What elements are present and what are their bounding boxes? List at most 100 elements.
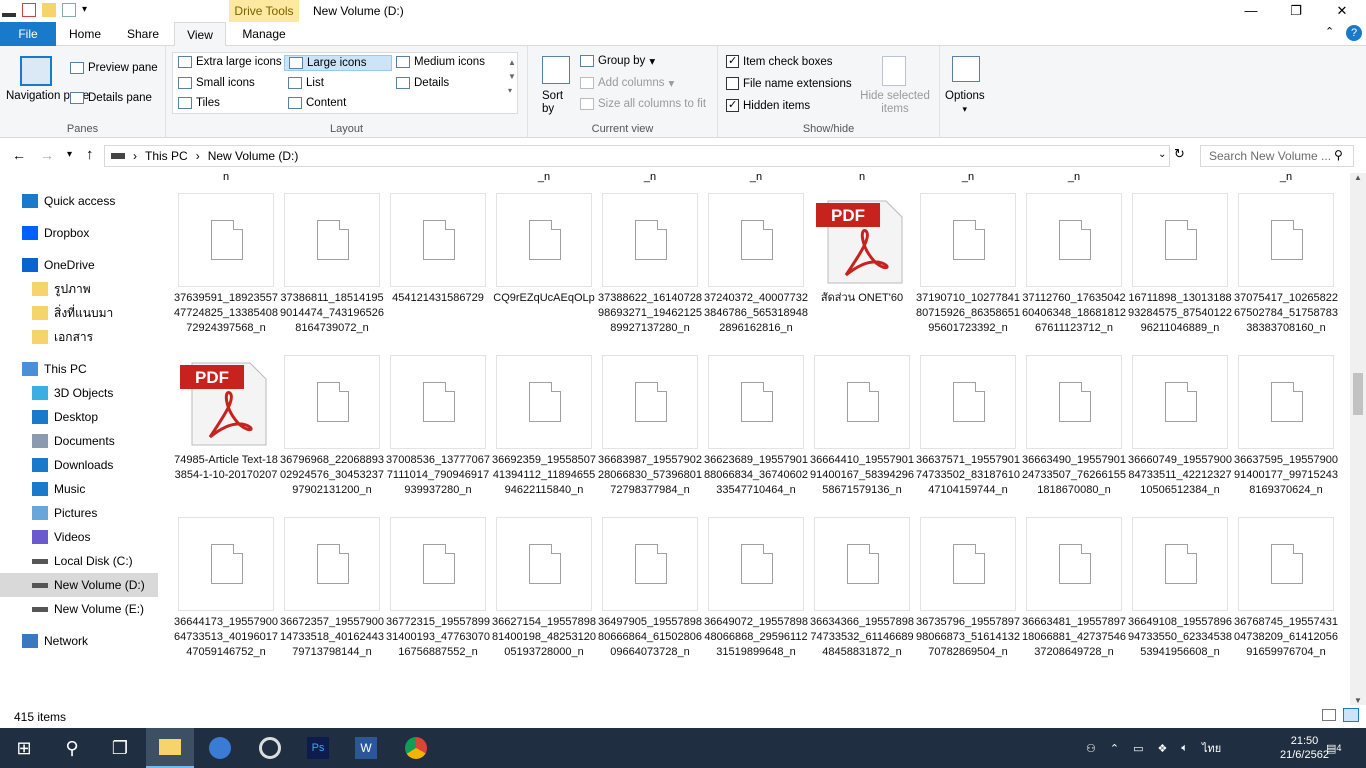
scroll-thumb[interactable] [1353, 373, 1363, 415]
nav-item-downloads[interactable]: Downloads [0, 453, 158, 477]
gallery-scroll-icon[interactable]: ▲ ▼ ▾ [508, 56, 516, 98]
nav-item-this-pc[interactable]: This PC [0, 357, 158, 381]
drive-icon[interactable] [2, 9, 16, 17]
file-item[interactable]: 36772315_1955789931400193_47763070167568… [386, 499, 490, 658]
details-pane-button[interactable]: Details pane [70, 92, 152, 104]
file-item[interactable]: 36497905_1955789880666864_61502806096640… [598, 499, 702, 658]
vertical-scrollbar[interactable]: ▲ ▼ [1350, 173, 1366, 705]
scroll-down-icon[interactable]: ▼ [1350, 696, 1366, 705]
search-icon[interactable]: ⚲ [48, 728, 96, 768]
file-item[interactable]: 36637595_1955790091400177_99715243816937… [1234, 337, 1338, 496]
help-icon[interactable]: ? [1346, 25, 1362, 41]
file-item[interactable]: 37386811_185141959014474_743196526816473… [280, 175, 384, 334]
file-item[interactable]: 36649108_1955789694733550_62334538539419… [1128, 499, 1232, 658]
maximize-button[interactable]: ❐ [1273, 0, 1319, 22]
tab-share[interactable]: Share [118, 22, 168, 46]
nav-item-quick-access[interactable]: Quick access [0, 189, 158, 213]
nav-item-new-volume-e[interactable]: New Volume (E:) [0, 597, 158, 621]
nav-item-videos[interactable]: Videos [0, 525, 158, 549]
nav-item-new-volume-d[interactable]: New Volume (D:) [0, 573, 158, 597]
tab-home[interactable]: Home [60, 22, 110, 46]
chevron-down-icon[interactable]: ▾ [82, 3, 96, 17]
refresh-button[interactable]: ↻ [1174, 146, 1185, 162]
nav-item-onedrive[interactable]: OneDrive [0, 253, 158, 277]
file-item[interactable]: 37112760_1763504260406348_18681812676111… [1022, 175, 1126, 334]
file-item[interactable]: 37190710_1027784180715926_86358651956017… [916, 175, 1020, 334]
file-item[interactable]: 36692359_1955850741394112_11894655946221… [492, 337, 596, 496]
file-item[interactable]: 36663490_1955790124733507_76266155181867… [1022, 337, 1126, 496]
action-center-icon[interactable]: ▤ 4 [1326, 728, 1342, 768]
clock[interactable]: 21:50 21/6/2562 [1280, 728, 1329, 768]
back-button[interactable]: ← [12, 147, 26, 163]
tab-manage[interactable]: Manage [232, 22, 296, 46]
file-item[interactable]: 37639591_1892355747724825_13385408729243… [174, 175, 278, 334]
size-all-columns-button[interactable]: Size all columns to fit [580, 98, 706, 110]
sort-by-button[interactable]: Sort by [542, 90, 576, 116]
file-item[interactable]: 36627154_1955789881400198_48253120051937… [492, 499, 596, 658]
medium-icons-option[interactable]: Medium icons [396, 56, 485, 68]
file-item[interactable]: 37388622_1614072898693271_19462125899271… [598, 175, 702, 334]
up-button[interactable]: ↑ [86, 146, 94, 163]
group-by-button[interactable]: Group by ▾ [580, 54, 655, 68]
language-indicator[interactable]: ไทย [1202, 739, 1221, 757]
nav-item-pictures[interactable]: Pictures [0, 501, 158, 525]
large-icons-option[interactable]: Large icons [284, 55, 392, 71]
file-item[interactable]: 37075417_1026582267502784_51758783383837… [1234, 175, 1338, 334]
breadcrumb-this-pc[interactable]: This PC [145, 149, 188, 163]
nav-item-folder-3[interactable]: รูปภาพ [0, 277, 158, 301]
app-icon[interactable] [246, 728, 294, 768]
file-item[interactable]: CQ9rEZqUcAEqOLp [493, 175, 595, 329]
task-view-icon[interactable]: ❐ [96, 728, 144, 768]
details-option[interactable]: Details [396, 77, 449, 89]
properties-icon[interactable] [22, 3, 36, 17]
file-item[interactable]: 36660749_1955790084733511_42212327105065… [1128, 337, 1232, 496]
photoshop-icon[interactable]: Ps [294, 728, 342, 768]
nav-item-desktop[interactable]: Desktop [0, 405, 158, 429]
preview-pane-button[interactable]: Preview pane [70, 62, 158, 74]
battery-icon[interactable]: ▭ [1133, 742, 1143, 755]
large-icons-view-icon[interactable] [1343, 708, 1359, 722]
file-item[interactable]: 36663481_1955789718066881_42737546372086… [1022, 499, 1126, 658]
scroll-up-icon[interactable]: ▲ [1350, 173, 1366, 182]
address-dropdown-button[interactable]: ⌄ [1158, 149, 1166, 160]
hide-selected-items-button[interactable]: Hide selected items [858, 90, 932, 116]
details-view-icon[interactable] [1322, 709, 1336, 721]
file-item[interactable]: 36623689_1955790188066834_36740602335477… [704, 337, 808, 496]
tab-view[interactable]: View [174, 22, 226, 47]
file-item[interactable]: 454121431586729 [390, 175, 486, 329]
file-explorer-icon[interactable] [146, 728, 194, 768]
start-icon[interactable]: ⊞ [0, 728, 48, 768]
extra-large-icons-option[interactable]: Extra large icons [178, 56, 282, 68]
file-item[interactable]: 37240372_400077323846786_565318948289616… [704, 175, 808, 334]
content-option[interactable]: Content [288, 97, 346, 109]
file-name-extensions-toggle[interactable]: File name extensions [726, 77, 852, 90]
nav-item-folder-4[interactable]: สิ่งที่แนบมา [0, 301, 158, 325]
file-item[interactable]: 36644173_1955790064733513_40196017470591… [174, 499, 278, 658]
file-item[interactable]: 36796968_2206889302924576_30453237979021… [280, 337, 384, 496]
nav-item-folder-5[interactable]: เอกสาร [0, 325, 158, 349]
app-icon[interactable] [196, 728, 244, 768]
nav-item-documents[interactable]: Documents [0, 429, 158, 453]
minimize-button[interactable]: — [1228, 0, 1274, 22]
word-icon[interactable]: W [342, 728, 390, 768]
item-check-boxes-toggle[interactable]: Item check boxes [726, 54, 832, 68]
search-input[interactable]: Search New Volume ... [1200, 145, 1354, 167]
volume-icon[interactable]: 🔈︎ [1181, 742, 1188, 755]
list-option[interactable]: List [288, 77, 324, 89]
tab-file[interactable]: File [0, 22, 56, 46]
new-folder-icon[interactable] [42, 3, 56, 17]
nav-item-dropbox[interactable]: Dropbox [0, 221, 158, 245]
breadcrumb-new-volume[interactable]: New Volume (D:) [208, 149, 299, 163]
file-item[interactable]: 36634366_1955789874733532_61146689484588… [810, 499, 914, 658]
customize-icon[interactable] [62, 3, 76, 17]
file-item[interactable]: 36664410_1955790191400167_58394296586715… [810, 337, 914, 496]
address-box[interactable]: › This PC › New Volume (D:) [104, 145, 1170, 167]
options-button[interactable]: Options ▾ [945, 90, 985, 116]
nav-item-network[interactable]: Network [0, 629, 158, 653]
collapse-ribbon-icon[interactable]: ⌃ [1325, 25, 1334, 38]
nav-item-local-disk-c[interactable]: Local Disk (C:) [0, 549, 158, 573]
add-columns-button[interactable]: Add columns ▾ [580, 76, 674, 90]
people-icon[interactable]: ⚇ [1086, 742, 1096, 755]
file-item[interactable]: 16711898_1301318893284575_87540122962110… [1128, 175, 1232, 334]
nav-item-music[interactable]: Music [0, 477, 158, 501]
